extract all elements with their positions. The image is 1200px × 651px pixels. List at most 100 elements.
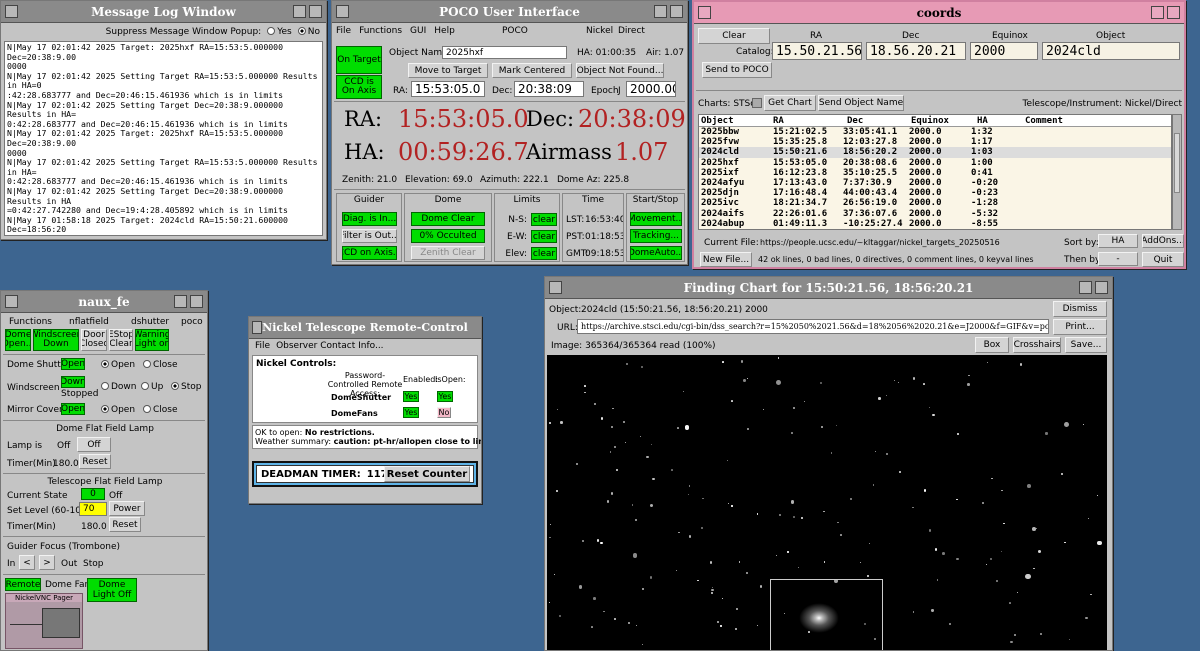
vnc-pager[interactable]: NickelVNC Pager <box>5 593 83 649</box>
dome-clear-button[interactable]: Dome Clear <box>411 212 485 226</box>
catalog-ra-input[interactable]: 15.50.21.56 <box>772 42 862 60</box>
url-input[interactable]: https://archive.stsci.edu/cgi-bin/dss_se… <box>577 319 1049 334</box>
ccd-on-axis-button[interactable]: CCD on Axis... <box>342 246 397 260</box>
move-to-target-button[interactable]: Move to Target <box>408 63 488 78</box>
maximize-icon[interactable] <box>1167 6 1180 19</box>
menu-observer-contact[interactable]: Observer Contact Info... <box>276 341 383 351</box>
table-header-cell[interactable]: Comment <box>1025 116 1063 126</box>
table-row[interactable]: 2024cld 15:50:21.6 18:56:20.2 2000.0 1:03 <box>699 147 1171 158</box>
windscreen-stop-radio[interactable]: Stop <box>171 382 201 392</box>
table-row[interactable]: 2024afyu 17:13:43.0 7:37:30.9 2000.0 -0:20 <box>699 178 1171 188</box>
tracking-button[interactable]: Tracking... <box>630 229 682 243</box>
table-row[interactable]: 2025ivc 18:21:34.7 26:56:19.0 2000.0 -1:28 <box>699 198 1171 208</box>
minimize-icon[interactable] <box>1151 6 1164 19</box>
window-menu-icon[interactable] <box>698 6 711 19</box>
maximize-icon[interactable] <box>1095 281 1108 294</box>
table-header-cell[interactable]: Equinox <box>911 116 949 126</box>
suppress-no-radio[interactable]: No <box>297 26 320 37</box>
zenith-clear-button[interactable]: Zenith Clear <box>411 246 485 260</box>
target-table[interactable]: Object RA Dec Equinox HA Comment 2025bbw 15:21… <box>698 114 1172 230</box>
maximize-icon[interactable] <box>670 5 683 18</box>
power-button[interactable]: Power <box>109 501 145 516</box>
table-row[interactable]: 2025ixf 16:12:23.8 35:10:25.5 2000.0 0:41 <box>699 168 1171 178</box>
object-not-found-button[interactable]: Object Not Found... <box>576 63 664 78</box>
send-to-poco-button[interactable]: Send to POCO <box>702 62 772 78</box>
minimize-icon[interactable] <box>293 5 306 18</box>
timer2-reset-button[interactable]: Reset <box>109 517 141 532</box>
dome-fan-button[interactable]: Dome Fan <box>45 580 90 590</box>
dec-input[interactable]: 20:38:09 <box>514 81 584 97</box>
remote-titlebar[interactable]: Nickel Telescope Remote-Control <box>249 317 481 339</box>
diag-button[interactable]: Diag. is In... <box>342 212 397 226</box>
catalog-object-input[interactable]: 2024cld <box>1042 42 1180 60</box>
menu-help[interactable]: Help <box>434 26 455 36</box>
chevron-down-icon[interactable] <box>752 98 762 108</box>
new-file-button[interactable]: New File... <box>700 252 752 267</box>
lamp-toggle-button[interactable]: Off <box>77 437 111 452</box>
focus-stop-button[interactable]: Stop <box>83 559 103 569</box>
shutter-open-radio[interactable]: Open <box>101 360 135 370</box>
set-level-input[interactable]: 70 <box>79 502 107 516</box>
menu-gui[interactable]: GUI <box>410 26 426 36</box>
suppress-yes-radio[interactable]: Yes <box>267 26 292 37</box>
finding-chart-titlebar[interactable]: Finding Chart for 15:50:21.56, 18:56:20.… <box>545 277 1112 299</box>
send-object-name-button[interactable]: Send Object Name <box>818 95 904 111</box>
movement-button[interactable]: Movement... <box>630 212 682 226</box>
quit-button[interactable]: Quit <box>1142 252 1184 267</box>
table-scrollbar[interactable] <box>1172 114 1182 230</box>
menu-functions[interactable]: Functions <box>9 317 52 327</box>
catalog-equinox-input[interactable]: 2000 <box>970 42 1038 60</box>
table-header-cell[interactable]: RA <box>773 116 784 126</box>
dome-open-button[interactable]: Dome Open... <box>5 329 31 351</box>
menu-poco[interactable]: poco <box>181 317 203 327</box>
message-log-text[interactable]: N|May 17 02:01:42 2025 Target: 2025hxf R… <box>4 41 323 236</box>
crosshairs-button[interactable]: Crosshairs <box>1013 337 1061 353</box>
mirror-open-radio[interactable]: Open <box>101 405 135 415</box>
coords-titlebar[interactable]: coords <box>694 2 1184 24</box>
windscreen-up-radio[interactable]: Up <box>141 382 163 392</box>
menu-dshutter[interactable]: dshutter <box>131 317 169 327</box>
clear-button[interactable]: Clear <box>698 28 770 44</box>
table-header-cell[interactable]: Object <box>701 116 734 126</box>
window-menu-icon[interactable] <box>252 321 262 334</box>
menu-nflatfield[interactable]: nflatfield <box>69 317 109 327</box>
naux-titlebar[interactable]: naux_fe <box>1 291 207 313</box>
mirror-close-radio[interactable]: Close <box>143 405 178 415</box>
focus-out-button[interactable]: > <box>39 555 55 570</box>
addons-button[interactable]: AddOns... <box>1142 234 1184 248</box>
minimize-icon[interactable] <box>654 5 667 18</box>
box-button[interactable]: Box <box>975 337 1009 353</box>
table-row[interactable]: 2025hxf 15:53:05.0 20:38:08.6 2000.0 1:00 <box>699 158 1171 168</box>
message-log-titlebar[interactable]: Message Log Window <box>1 1 326 23</box>
window-menu-icon[interactable] <box>5 5 18 18</box>
minimize-icon[interactable] <box>174 295 187 308</box>
shutter-close-radio[interactable]: Close <box>143 360 178 370</box>
epoch-input[interactable]: 2000.00 <box>626 81 676 97</box>
poco-titlebar[interactable]: POCO User Interface <box>332 1 687 23</box>
reset-counter-button[interactable]: Reset Counter <box>384 466 470 482</box>
domeshutter-enabled[interactable]: Yes <box>403 391 419 402</box>
menu-file[interactable]: File <box>336 26 351 36</box>
table-header-cell[interactable]: Dec <box>847 116 863 126</box>
minimize-icon[interactable] <box>1079 281 1092 294</box>
sort-by-dropdown[interactable]: HA <box>1098 234 1138 248</box>
ra-input[interactable]: 15:53:05.0 <box>411 81 485 97</box>
dismiss-button[interactable]: Dismiss <box>1053 301 1107 317</box>
menu-functions[interactable]: Functions <box>359 26 402 36</box>
table-row[interactable]: 2025fvw 15:35:25.8 12:03:27.8 2000.0 1:17 <box>699 137 1171 147</box>
menu-file[interactable]: File <box>255 341 270 351</box>
charts-dropdown[interactable]: Charts: STScI <box>698 99 758 109</box>
finding-chart-image[interactable] <box>547 355 1107 650</box>
window-menu-icon[interactable] <box>549 281 562 294</box>
table-row[interactable]: 2024aifs 22:26:01.6 37:36:07.6 2000.0 -5:32 <box>699 209 1171 219</box>
window-menu-icon[interactable] <box>336 5 349 18</box>
domefans-enabled[interactable]: Yes <box>403 407 419 418</box>
save-button[interactable]: Save... <box>1065 337 1107 353</box>
table-row[interactable]: 2025djn 17:16:48.4 44:00:43.4 2000.0 -0:23 <box>699 188 1171 198</box>
then-by-dropdown[interactable]: - <box>1098 252 1138 266</box>
filter-button[interactable]: Filter is Out... <box>342 229 397 243</box>
table-row[interactable]: 2025bbw 15:21:02.5 33:05:41.1 2000.0 1:32 <box>699 127 1171 137</box>
mark-centered-button[interactable]: Mark Centered <box>492 63 572 78</box>
focus-in-button[interactable]: < <box>19 555 35 570</box>
door-closed-button[interactable]: Door Closed <box>81 329 107 351</box>
